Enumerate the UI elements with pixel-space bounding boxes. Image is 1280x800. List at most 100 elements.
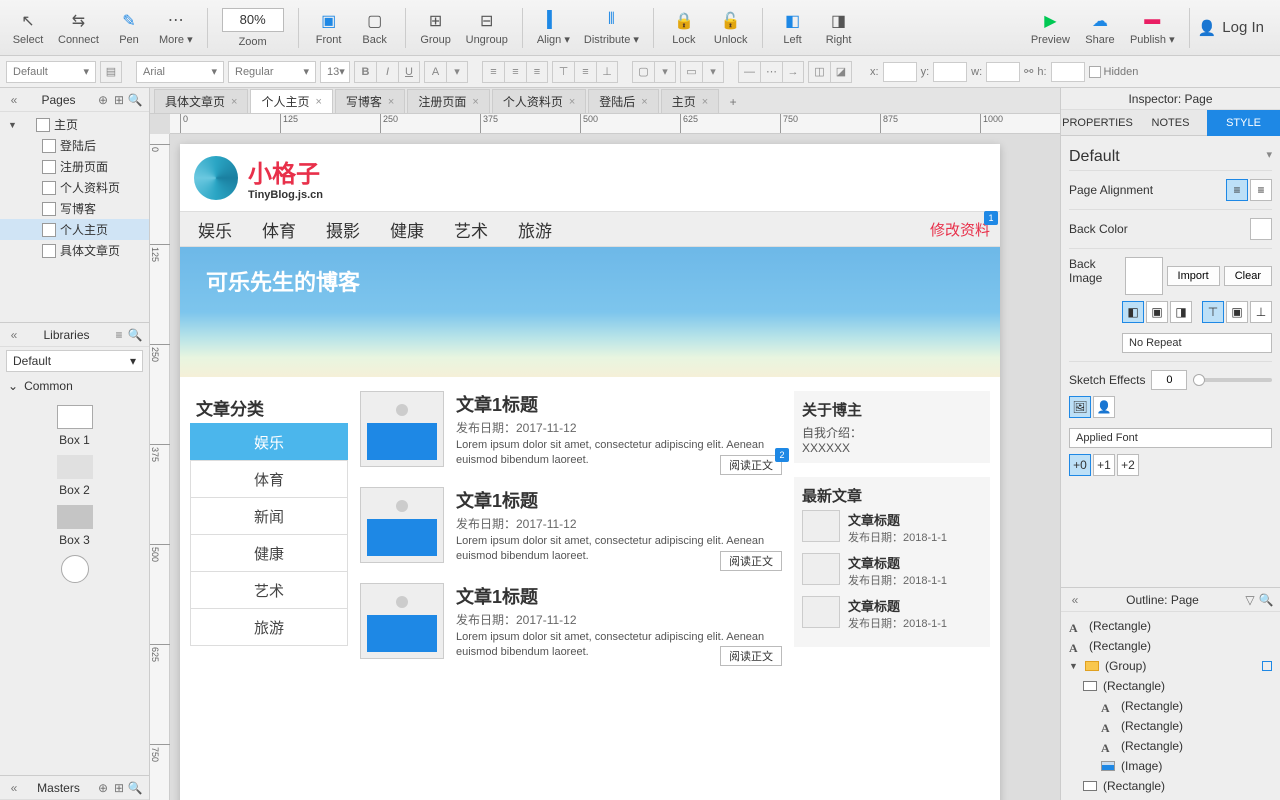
clear-button[interactable]: Clear (1224, 266, 1272, 286)
applied-font[interactable]: Applied Font (1069, 428, 1272, 448)
category-item[interactable]: 健康 (190, 534, 348, 572)
add-folder-icon[interactable]: ⊞ (111, 780, 127, 796)
recent-item[interactable]: 文章标题发布日期：2018-1-1 (802, 510, 982, 545)
text-color-drop[interactable]: ▾ (446, 61, 468, 83)
halign-l[interactable]: ◧ (1122, 301, 1144, 323)
valign-t[interactable]: ⊤ (1202, 301, 1224, 323)
category-item[interactable]: 娱乐 (190, 423, 348, 461)
outer-shadow-button[interactable]: ◫ (808, 61, 830, 83)
collapse-icon[interactable]: « (6, 92, 22, 108)
inspector-tab[interactable]: PROPERTIES (1061, 110, 1134, 136)
lib-box2[interactable]: Box 2 (57, 455, 93, 497)
offset-0[interactable]: +0 (1069, 454, 1091, 476)
tab[interactable]: 登陆后× (588, 89, 658, 113)
align-left-button[interactable]: ≡ (482, 61, 504, 83)
lock-button[interactable]: 🔒Lock (662, 4, 706, 52)
search-icon[interactable]: 🔍 (127, 92, 143, 108)
share-button[interactable]: ☁Share (1078, 4, 1122, 52)
category-item[interactable]: 旅游 (190, 608, 348, 646)
sketch-opt-2[interactable]: 👤 (1093, 396, 1115, 418)
preview-button[interactable]: ▶Preview (1025, 4, 1076, 52)
collapse-icon[interactable]: « (6, 780, 22, 796)
more-tool[interactable]: ⋯More ▾ (153, 4, 199, 52)
italic-button[interactable]: I (376, 61, 398, 83)
connect-tool[interactable]: ⇆Connect (52, 4, 105, 52)
nav-link[interactable]: 体育 (262, 217, 296, 242)
nav-link[interactable]: 健康 (390, 217, 424, 242)
w-input[interactable] (986, 62, 1020, 82)
add-page-icon[interactable]: ⊕ (95, 92, 111, 108)
style-select[interactable]: Default▾ (6, 61, 96, 83)
offset-2[interactable]: +2 (1117, 454, 1139, 476)
import-button[interactable]: Import (1167, 266, 1220, 286)
weight-select[interactable]: Regular▾ (228, 61, 316, 83)
fill-button[interactable]: ▢ (632, 61, 654, 83)
outline-item[interactable]: (Rectangle) (1061, 676, 1280, 696)
chevron-down-icon[interactable]: ▼ (1069, 661, 1079, 671)
collapse-icon[interactable]: « (1067, 592, 1083, 608)
lib-box1[interactable]: Box 1 (57, 405, 93, 447)
line-style-button[interactable]: ⋯ (760, 61, 782, 83)
link-icon[interactable]: ⚯ (1024, 65, 1033, 78)
viewport[interactable]: 小格子 TinyBlog.js.cn 娱乐体育摄影健康艺术旅游修改资料1 可乐先… (170, 134, 1060, 800)
valign-m[interactable]: ▣ (1226, 301, 1248, 323)
outline-item[interactable]: A(Rectangle) (1061, 696, 1280, 716)
align-button[interactable]: ▍Align ▾ (531, 4, 576, 52)
inspector-tab[interactable]: NOTES (1134, 110, 1207, 136)
align-center-option[interactable]: ≡ (1250, 179, 1272, 201)
stroke-button[interactable]: ▭ (680, 61, 702, 83)
h-input[interactable] (1051, 62, 1085, 82)
recent-item[interactable]: 文章标题发布日期：2018-1-1 (802, 596, 982, 631)
close-icon[interactable]: × (388, 96, 394, 108)
add-master-icon[interactable]: ⊕ (95, 780, 111, 796)
close-icon[interactable]: × (702, 96, 708, 108)
page-item[interactable]: 个人资料页 (0, 177, 149, 198)
close-icon[interactable]: × (641, 96, 647, 108)
close-icon[interactable]: × (315, 96, 321, 108)
edit-profile-link[interactable]: 修改资料1 (930, 219, 990, 240)
nav-link[interactable]: 娱乐 (198, 217, 232, 242)
outline-item[interactable]: A(Rectangle) (1061, 616, 1280, 636)
zoom-value[interactable]: 80% (222, 8, 284, 32)
panel-left-button[interactable]: ◧Left (771, 4, 815, 52)
category-item[interactable]: 艺术 (190, 571, 348, 609)
recent-item[interactable]: 文章标题发布日期：2018-1-1 (802, 553, 982, 588)
valign-bot-button[interactable]: ⊥ (596, 61, 618, 83)
halign-r[interactable]: ◨ (1170, 301, 1192, 323)
page-item[interactable]: 个人主页 (0, 219, 149, 240)
align-right-button[interactable]: ≡ (526, 61, 548, 83)
tab[interactable]: 个人主页× (250, 89, 332, 113)
close-icon[interactable]: × (231, 96, 237, 108)
read-more-button[interactable]: 阅读正文2 (720, 455, 782, 475)
page-item[interactable]: 具体文章页 (0, 240, 149, 261)
page-item[interactable]: 写博客 (0, 198, 149, 219)
sketch-opt-1[interactable]: 🖼 (1069, 396, 1091, 418)
inner-shadow-button[interactable]: ◪ (830, 61, 852, 83)
hidden-checkbox[interactable]: Hidden (1089, 66, 1139, 78)
outline-item[interactable]: (Rectangle) (1061, 776, 1280, 796)
chevron-down-icon[interactable]: ▼ (8, 120, 18, 130)
tab[interactable]: 写博客× (335, 89, 405, 113)
underline-button[interactable]: U (398, 61, 420, 83)
valign-b[interactable]: ⊥ (1250, 301, 1272, 323)
sketch-slider[interactable] (1193, 378, 1272, 382)
paint-icon[interactable]: ▤ (100, 61, 122, 83)
x-input[interactable] (883, 62, 917, 82)
tab[interactable]: 注册页面× (407, 89, 489, 113)
valign-mid-button[interactable]: ≡ (574, 61, 596, 83)
nav-link[interactable]: 艺术 (454, 217, 488, 242)
offset-1[interactable]: +1 (1093, 454, 1115, 476)
outline-item[interactable]: ▼(Group) (1061, 656, 1280, 676)
nav-link[interactable]: 旅游 (518, 217, 552, 242)
category-item[interactable]: 体育 (190, 460, 348, 498)
search-icon[interactable]: 🔍 (127, 327, 143, 343)
category-item[interactable]: 新闻 (190, 497, 348, 535)
inspector-tab[interactable]: STYLE (1207, 110, 1280, 136)
add-tab-button[interactable]: + (721, 91, 745, 113)
lib-box3[interactable]: Box 3 (57, 505, 93, 547)
size-select[interactable]: 13▾ (320, 61, 350, 83)
library-select[interactable]: Default▾ (6, 350, 143, 372)
filter-icon[interactable]: ▽ (1242, 592, 1258, 608)
close-icon[interactable]: × (472, 96, 478, 108)
outline-item[interactable]: A(Rectangle) (1061, 736, 1280, 756)
